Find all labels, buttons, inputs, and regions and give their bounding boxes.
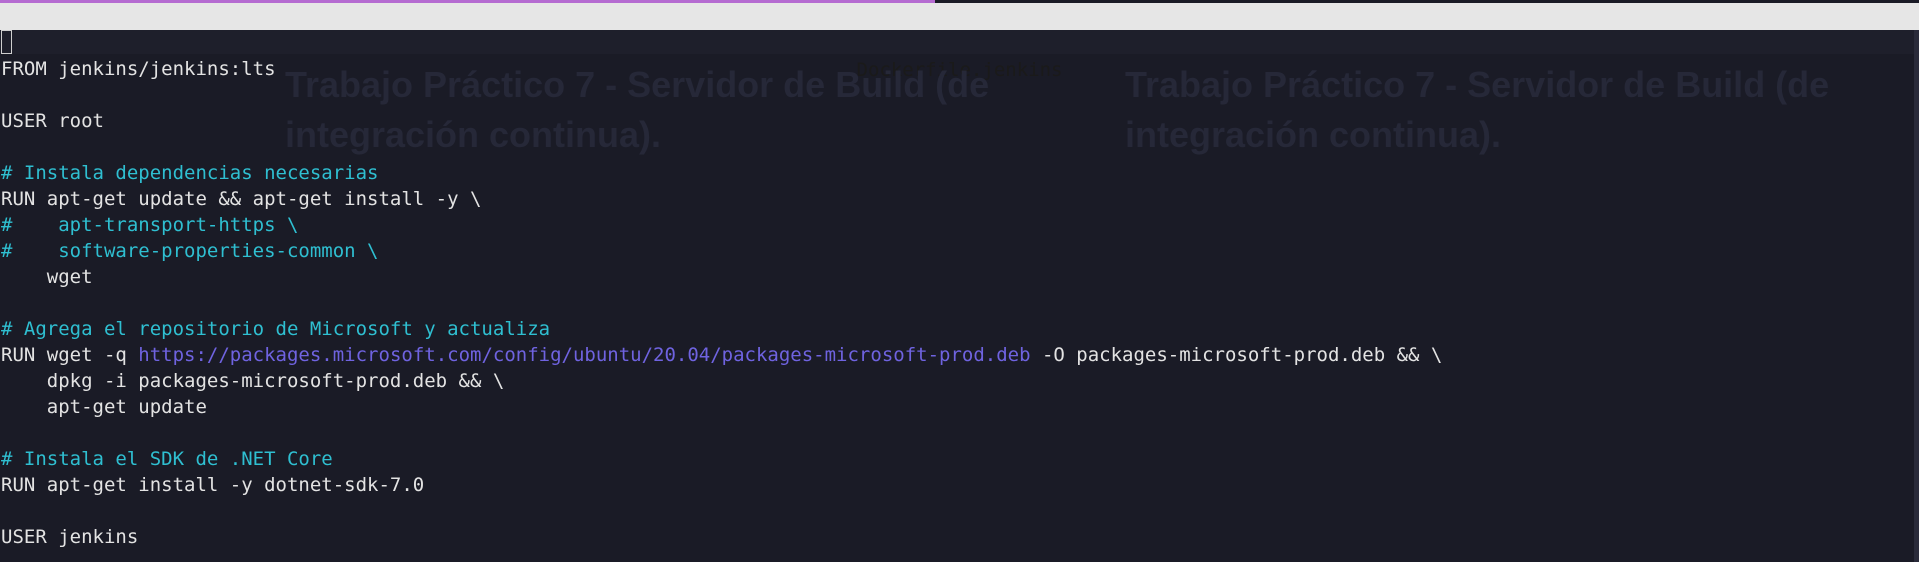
comment-text: # Agrega el repositorio de Microsoft y a… [1,318,551,340]
editor-line[interactable]: # software-properties-common \ [1,238,379,264]
code-text: apt-get update [1,396,207,418]
editor-line[interactable]: # Instala dependencias necesarias [1,160,379,186]
nano-title-bar: GNU nano 7.2 Dockerfile.jenkins [0,3,1919,81]
editor-line[interactable]: dpkg -i packages-microsoft-prod.deb && \ [1,368,505,394]
editor-line[interactable]: # Agrega el repositorio de Microsoft y a… [1,316,550,342]
url-text: https://packages.microsoft.com/config/ub… [138,344,1031,366]
code-text: RUN apt-get install -y dotnet-sdk-7.0 [1,474,425,496]
editor-line[interactable]: USER root [1,108,104,134]
editor-line[interactable]: USER jenkins [1,524,138,550]
code-text: RUN apt-get update && apt-get install -y… [1,188,482,210]
editor-line[interactable]: RUN apt-get update && apt-get install -y… [1,186,481,212]
code-text: wget [1,266,93,288]
text-cursor [1,30,12,54]
comment-text: # software-properties-common \ [1,240,379,262]
comment-text: # Instala el SDK de .NET Core [1,448,333,470]
comment-text: # apt-transport-https \ [1,214,299,236]
code-text: USER root [1,110,104,132]
comment-text: # Instala dependencias necesarias [1,162,379,184]
editor-line[interactable]: # apt-transport-https \ [1,212,298,238]
editor-line[interactable]: FROM jenkins/jenkins:lts [1,56,276,82]
code-text: -O packages-microsoft-prod.deb && \ [1030,344,1443,366]
code-text: dpkg -i packages-microsoft-prod.deb && \ [1,370,505,392]
code-text: FROM jenkins/jenkins:lts [1,58,276,80]
scrollbar[interactable] [1914,30,1919,562]
editor-buffer[interactable]: FROM jenkins/jenkins:lts USER root # Insta… [0,30,1919,562]
code-text: USER jenkins [1,526,139,548]
editor-line[interactable]: apt-get update [1,394,207,420]
editor-line[interactable]: RUN apt-get install -y dotnet-sdk-7.0 [1,472,424,498]
editor-line[interactable]: RUN wget -q https://packages.microsoft.c… [1,342,1442,368]
editor-line[interactable]: wget [1,264,93,290]
editor-line[interactable]: # Instala el SDK de .NET Core [1,446,333,472]
code-text: RUN wget -q [1,344,139,366]
